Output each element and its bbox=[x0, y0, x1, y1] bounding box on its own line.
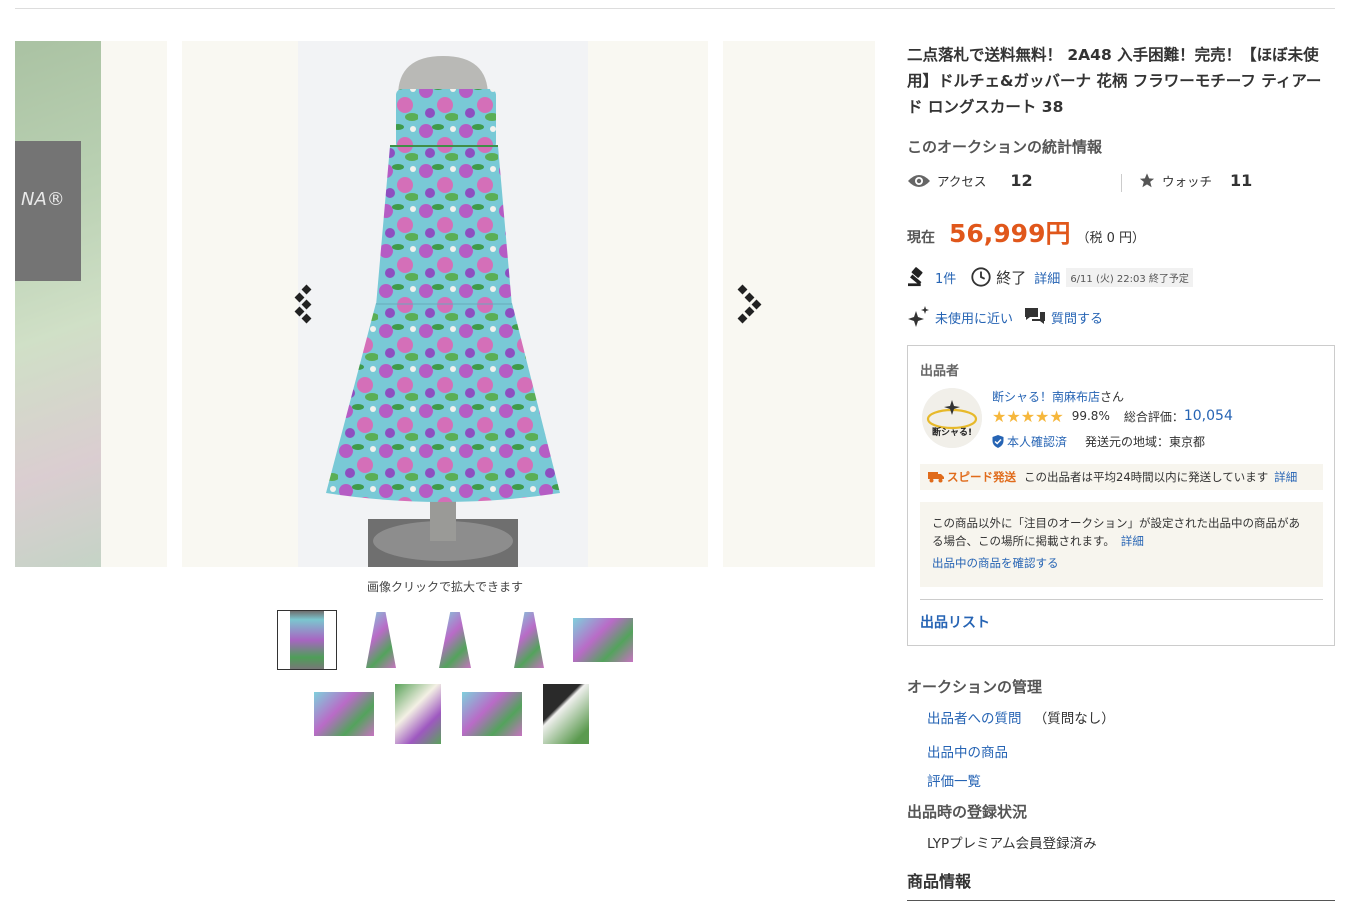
watch-stat: ウォッチ 11 bbox=[1138, 171, 1252, 190]
product-info-heading: 商品情報 bbox=[907, 872, 972, 891]
end-date: 6/11 (火) 22:03 終了予定 bbox=[1066, 267, 1193, 287]
chat-bubble-icon bbox=[1025, 308, 1046, 324]
stats-heading: このオークションの統計情報 bbox=[907, 138, 1103, 156]
auction-status: 終了 bbox=[996, 268, 1027, 287]
access-label: アクセス bbox=[937, 174, 987, 189]
access-stat: アクセス 12 bbox=[907, 171, 1033, 190]
main-product-photo[interactable] bbox=[298, 41, 588, 567]
prev-image-photo: NA® bbox=[15, 41, 101, 567]
svg-text:断シャる!: 断シャる! bbox=[932, 426, 972, 438]
seller-name-row: 断シャる！南麻布店さん bbox=[992, 388, 1124, 405]
stats-row: アクセス 12 ウォッチ 11 bbox=[907, 171, 1335, 195]
zoom-hint: 画像クリックで拡大できます bbox=[366, 580, 523, 594]
clock-icon bbox=[971, 267, 991, 287]
seller-divider bbox=[920, 599, 1323, 600]
watch-label: ウォッチ bbox=[1162, 174, 1213, 189]
price-row: 現在 56,999円 （税 0 円） bbox=[907, 214, 1145, 250]
thumbnail-9[interactable] bbox=[536, 684, 596, 744]
condition-row: 未使用に近い 質問する bbox=[907, 305, 1103, 329]
gavel-icon bbox=[908, 267, 923, 287]
rating-label: 総合評価： bbox=[1123, 409, 1184, 424]
next-image-arrow-icon[interactable] bbox=[735, 284, 765, 324]
seller-avatar[interactable]: 断シャる! bbox=[922, 388, 982, 448]
bid-row: 1件 終了 詳細 6/11 (火) 22:03 終了予定 bbox=[907, 265, 1193, 289]
ask-question-link[interactable]: 質問する bbox=[1051, 308, 1103, 327]
check-listings-link[interactable]: 出品中の商品を確認する bbox=[932, 554, 1311, 572]
thumbnail-5[interactable] bbox=[573, 610, 633, 670]
verify-row: 本人確認済 発送元の地域：東京都 bbox=[992, 433, 1205, 450]
prev-image-panel[interactable]: NA® bbox=[15, 41, 167, 567]
product-info-divider bbox=[907, 900, 1335, 901]
speed-ship-box: スピード発送 この出品者は平均24時間以内に発送しています 詳細 bbox=[920, 464, 1323, 490]
seller-box: 出品者 断シャる! 断シャる！南麻布店さん ★★★★★ 99.8% 総合評価： … bbox=[907, 345, 1335, 646]
seller-question-link[interactable]: 出品者への質問 bbox=[927, 711, 1022, 727]
sparkle-icon bbox=[908, 306, 929, 327]
question-note: （質問なし） bbox=[1033, 711, 1115, 727]
thumbnail-2[interactable] bbox=[351, 610, 411, 670]
eye-icon bbox=[908, 174, 930, 187]
watch-value: 11 bbox=[1230, 171, 1253, 190]
seller-list-link[interactable]: 出品リスト bbox=[920, 612, 990, 632]
thumbnail-4[interactable] bbox=[499, 610, 559, 670]
skirt-illustration bbox=[298, 41, 588, 567]
thumbnail-1[interactable] bbox=[277, 610, 337, 670]
stats-divider bbox=[1121, 174, 1122, 192]
rating-stars: ★★★★★ bbox=[992, 406, 1064, 426]
bid-count-link[interactable]: 1件 bbox=[935, 268, 956, 287]
thumbnail-strip bbox=[270, 610, 640, 758]
thumbnail-6[interactable] bbox=[314, 684, 374, 744]
image-gallery: NA® bbox=[15, 41, 875, 567]
speed-detail-link[interactable]: 詳細 bbox=[1274, 469, 1297, 485]
seller-listings-link[interactable]: 出品中の商品 bbox=[927, 741, 1008, 761]
featured-detail-link[interactable]: 詳細 bbox=[1121, 534, 1144, 548]
end-detail-link[interactable]: 詳細 bbox=[1034, 268, 1060, 287]
product-title: 二点落札で送料無料！ 2A48 入手困難！完売！【ほぼ未使用】ドルチェ&ガッバー… bbox=[907, 46, 1322, 116]
condition-link[interactable]: 未使用に近い bbox=[935, 308, 1013, 327]
verified-link[interactable]: 本人確認済 bbox=[1007, 433, 1067, 450]
seller-heading: 出品者 bbox=[920, 364, 960, 379]
review-list-link[interactable]: 評価一覧 bbox=[927, 770, 981, 790]
rating-row: ★★★★★ 99.8% 総合評価： 10,054 bbox=[992, 406, 1233, 426]
seller-name-link[interactable]: 断シャる！南麻布店 bbox=[992, 390, 1100, 404]
access-value: 12 bbox=[1010, 171, 1033, 190]
seller-suffix: さん bbox=[1100, 390, 1125, 404]
rating-percent: 99.8% bbox=[1071, 409, 1110, 423]
featured-auction-text: この商品以外に「注目のオークション」が設定された出品中の商品がある場合、この場所… bbox=[932, 516, 1300, 548]
top-divider bbox=[15, 8, 1335, 9]
registration-heading: 出品時の登録状況 bbox=[907, 803, 1028, 821]
truck-icon bbox=[928, 472, 944, 483]
thumbnail-7[interactable] bbox=[388, 684, 448, 744]
question-row: 出品者への質問 （質問なし） bbox=[927, 707, 1115, 727]
ship-from-region: 発送元の地域：東京都 bbox=[1085, 435, 1206, 449]
manage-heading: オークションの管理 bbox=[907, 678, 1043, 696]
seller-logo: 断シャる! bbox=[922, 388, 982, 448]
speed-text: この出品者は平均24時間以内に発送しています bbox=[1024, 470, 1269, 484]
main-image-panel[interactable] bbox=[182, 41, 708, 567]
rating-count-link[interactable]: 10,054 bbox=[1184, 408, 1233, 424]
registration-value: LYPプレミアム会員登録済み bbox=[927, 836, 1097, 852]
shield-check-icon bbox=[992, 435, 1004, 448]
featured-auction-box: この商品以外に「注目のオークション」が設定された出品中の商品がある場合、この場所… bbox=[920, 502, 1323, 587]
thumbnail-3[interactable] bbox=[425, 610, 485, 670]
price-label: 現在 bbox=[907, 230, 935, 246]
star-icon bbox=[1139, 173, 1155, 188]
current-price: 56,999円 bbox=[949, 219, 1071, 248]
price-tax: （税 0 円） bbox=[1076, 231, 1146, 246]
prev-image-arrow-icon[interactable] bbox=[292, 284, 322, 324]
speed-tag: スピード発送 bbox=[947, 470, 1016, 484]
thumbnail-8[interactable] bbox=[462, 684, 522, 744]
